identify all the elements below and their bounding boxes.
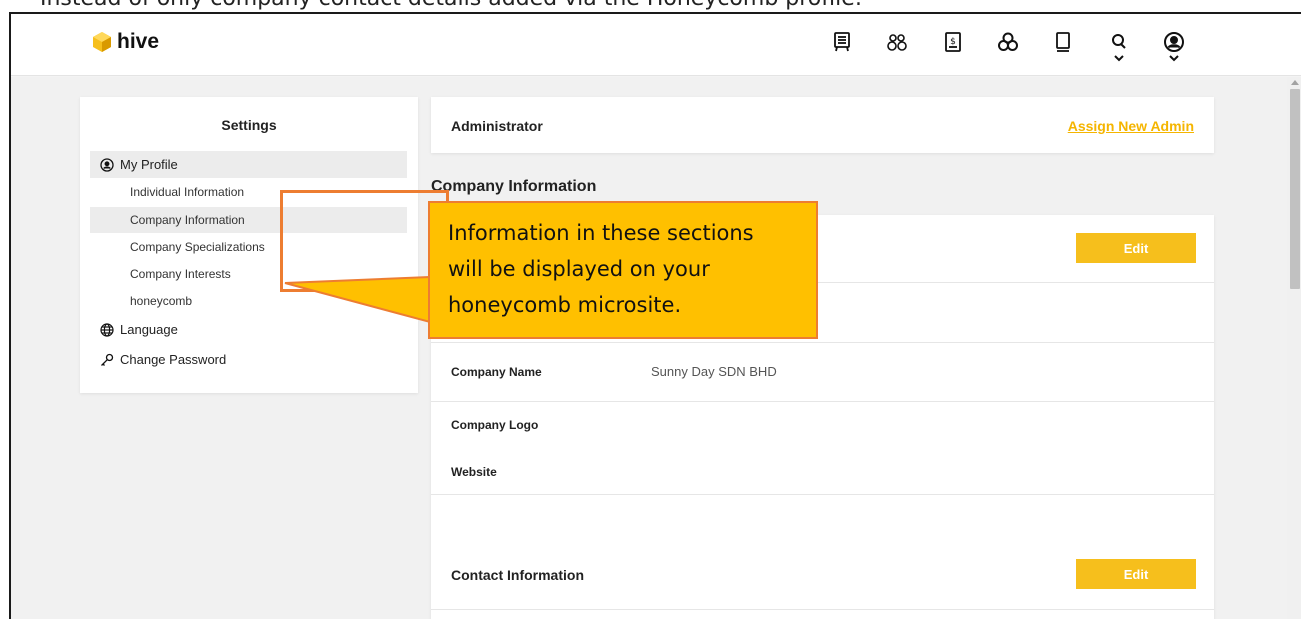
sidebar-title: Settings — [221, 117, 277, 133]
highlight-box — [280, 190, 449, 292]
annotation-callout: Information in these sections will be di… — [428, 201, 818, 339]
callout-line-2: will be displayed on your — [448, 257, 710, 281]
svg-text:$: $ — [950, 37, 956, 47]
profile-chevron-down-icon[interactable] — [1168, 54, 1180, 62]
administrator-title: Administrator — [451, 118, 543, 134]
profile-icon[interactable] — [1162, 30, 1186, 54]
company-name-label: Company Name — [451, 365, 542, 379]
scroll-up-arrow-icon[interactable] — [1291, 80, 1299, 85]
sidebar-item-language[interactable]: Language — [90, 316, 407, 343]
search-icon[interactable] — [1107, 30, 1131, 54]
vertical-scrollbar[interactable] — [1287, 77, 1301, 619]
sidebar-item-my-profile[interactable]: My Profile — [90, 151, 407, 178]
administrator-card: Administrator Assign New Admin — [431, 97, 1214, 153]
sidebar-item-label: Language — [120, 322, 178, 337]
search-chevron-down-icon[interactable] — [1113, 54, 1125, 62]
company-information-heading: Company Information — [431, 178, 597, 195]
logo-text: hive — [117, 30, 160, 53]
top-caption: Instead of only company contact details … — [40, 0, 862, 11]
app-header: hive $ — [11, 14, 1301, 76]
website-label: Website — [451, 465, 497, 479]
user-circle-icon — [100, 157, 114, 172]
marketplace-icon[interactable] — [830, 30, 854, 54]
divider — [431, 609, 1214, 610]
divider — [431, 401, 1214, 402]
sidebar-item-label: Change Password — [120, 352, 227, 367]
page-content: Settings My Profile Individual Informati… — [11, 77, 1301, 619]
divider — [431, 342, 1214, 343]
company-name-value: Sunny Day SDN BHD — [651, 364, 777, 379]
community-icon[interactable] — [885, 30, 909, 54]
assign-new-admin-link[interactable]: Assign New Admin — [1068, 118, 1194, 134]
company-logo-label: Company Logo — [451, 418, 539, 432]
callout-line-3: honeycomb microsite. — [448, 293, 682, 317]
finance-icon[interactable]: $ — [941, 30, 965, 54]
scrollbar-thumb[interactable] — [1290, 89, 1300, 289]
key-icon — [100, 353, 114, 367]
sidebar-item-change-password[interactable]: Change Password — [90, 346, 407, 373]
globe-icon — [100, 322, 114, 337]
divider — [431, 494, 1214, 495]
company-info-edit-button[interactable]: Edit — [1076, 233, 1196, 263]
hive-hexagon-icon — [93, 32, 111, 52]
contact-info-edit-button[interactable]: Edit — [1076, 559, 1196, 589]
honeycomb-icon[interactable] — [996, 30, 1020, 54]
hive-logo[interactable]: hive — [91, 30, 159, 54]
callout-line-1: Information in these sections — [448, 221, 754, 245]
contact-information-title: Contact Information — [451, 567, 584, 583]
library-icon[interactable] — [1051, 30, 1075, 54]
sidebar-item-label: My Profile — [120, 157, 178, 172]
